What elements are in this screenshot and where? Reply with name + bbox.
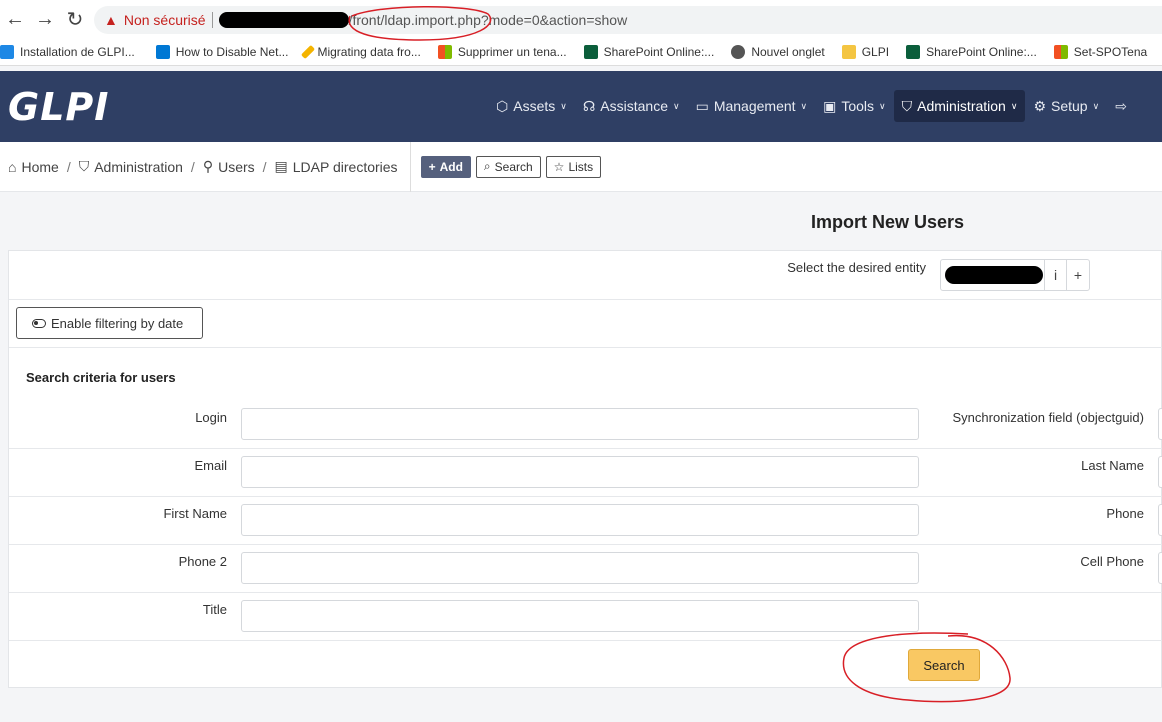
plus-icon: + <box>428 159 436 174</box>
crumb-users[interactable]: ⚲ Users <box>203 158 255 175</box>
entity-dropdown[interactable] <box>941 260 1045 290</box>
warning-icon: ▲ <box>104 12 118 28</box>
gear-icon: ⚙ <box>1033 97 1046 114</box>
chevron-down-icon: ∨ <box>1010 100 1018 111</box>
import-form: Select the desired entity i + Enable fil… <box>8 250 1162 688</box>
shield-icon: ⛉ <box>901 97 913 114</box>
bookmark-item[interactable]: How to Disable Net... <box>155 44 298 59</box>
menu-tools[interactable]: ▣ Tools ∨ <box>815 90 894 122</box>
bookmark-item[interactable]: GLPI <box>841 44 898 59</box>
address-bar[interactable]: ▲ Non sécurisé /front/ldap.import.php ?m… <box>94 6 1162 34</box>
firstname-label: First Name <box>163 506 227 521</box>
email-label: Email <box>194 458 227 473</box>
folder-icon <box>841 44 856 59</box>
chevron-down-icon: ∨ <box>879 100 886 111</box>
url-query: ?mode=0&action=show <box>480 12 628 28</box>
windows-icon <box>155 44 170 59</box>
breadcrumb-bar: ⌂ Home / ⛉ Administration / ⚲ Users / ▤ LDAP… <box>0 141 1162 192</box>
crumb-home[interactable]: ⌂ Home <box>8 159 59 175</box>
glpi-logo[interactable]: GLPI <box>8 85 109 129</box>
menu-assets[interactable]: ⬡ Assets ∨ <box>488 90 575 122</box>
menu-administration[interactable]: ⛉ Administration ∨ <box>893 90 1026 122</box>
security-warning[interactable]: ▲ Non sécurisé <box>104 12 206 28</box>
enable-date-filter-button[interactable]: Enable filtering by date <box>16 307 203 339</box>
menu-logout[interactable]: ⇨ <box>1107 90 1135 122</box>
ps-icon <box>906 44 921 59</box>
user-icon: ⚲ <box>202 158 214 174</box>
info-icon[interactable]: i <box>1045 260 1067 290</box>
chevron-down-icon: ∨ <box>672 100 680 111</box>
wallet-icon: ▭ <box>695 97 709 114</box>
bookmark-item[interactable]: Installation de GLPI... <box>0 44 144 59</box>
lists-button[interactable]: ☆ Lists <box>545 155 602 178</box>
microsoft-icon <box>1053 44 1068 59</box>
login-input[interactable] <box>241 408 919 440</box>
menu-management[interactable]: ▭ Management ∨ <box>688 90 816 122</box>
pencil-icon <box>301 44 316 59</box>
page-title: Import New Users <box>811 212 965 232</box>
phone2-input[interactable] <box>241 552 919 584</box>
toggle-icon <box>32 318 46 328</box>
entity-label: Select the desired entity <box>787 260 926 275</box>
submit-search-button[interactable]: Search <box>908 649 980 681</box>
sync-field-input[interactable] <box>1158 408 1162 440</box>
ps-icon <box>583 44 598 59</box>
add-button[interactable]: + Add <box>420 155 471 178</box>
breadcrumb: ⌂ Home / ⛉ Administration / ⚲ Users / ▤ LDAP… <box>0 141 411 192</box>
bookmarks-bar: Installation de GLPI... How to Disable N… <box>0 38 1162 66</box>
lastname-input[interactable] <box>1158 456 1162 488</box>
chevron-down-icon: ∨ <box>560 100 567 111</box>
home-icon: ⌂ <box>8 158 17 175</box>
bookmark-item[interactable]: Supprimer un tena... <box>437 44 576 59</box>
menu-setup[interactable]: ⚙ Setup ∨ <box>1025 90 1107 122</box>
bookmark-item[interactable]: SharePoint Online:... <box>906 44 1046 59</box>
forward-arrow-icon[interactable]: → <box>30 0 60 38</box>
add-entity-icon[interactable]: + <box>1067 260 1089 290</box>
chevron-down-icon: ∨ <box>800 100 808 111</box>
lastname-label: Last Name <box>1081 458 1144 473</box>
cube-icon: ⬡ <box>496 97 509 114</box>
bookmark-item[interactable]: Set-SPOTena <box>1053 44 1156 59</box>
bookmark-item[interactable]: SharePoint Online:... <box>583 44 724 59</box>
back-arrow-icon[interactable]: ← <box>0 0 30 38</box>
headset-icon: ☊ <box>582 97 596 114</box>
layers-icon <box>0 44 14 59</box>
microsoft-icon <box>437 44 452 59</box>
chevron-down-icon: ∨ <box>1092 100 1100 111</box>
crumb-administration[interactable]: ⛉ Administration <box>79 158 183 175</box>
title-label: Title <box>202 602 227 617</box>
entity-selector[interactable]: i + <box>940 259 1090 291</box>
reload-icon[interactable]: ↻ <box>60 0 90 38</box>
firstname-input[interactable] <box>241 504 919 536</box>
star-icon: ☆ <box>553 159 565 174</box>
email-input[interactable] <box>241 456 919 488</box>
bookmark-item[interactable]: Nouvel onglet <box>731 44 833 59</box>
shield-icon: ⛉ <box>78 158 90 174</box>
criteria-title: Search criteria for users <box>26 370 176 385</box>
browser-toolbar: ← → ↻ ▲ Non sécurisé /front/ldap.import.… <box>0 0 1162 38</box>
phone-label: Phone <box>1106 506 1144 521</box>
glpi-header: GLPI ⬡ Assets ∨ ☊ Assistance ∨ ▭ Management ∨ … <box>0 71 1162 142</box>
globe-icon <box>731 44 746 59</box>
bookmark-item[interactable]: Migrating data fro... <box>301 44 429 59</box>
address-book-icon: ▤ <box>274 158 288 174</box>
briefcase-icon: ▣ <box>823 97 837 114</box>
url-path: /front/ldap.import.php <box>348 12 481 28</box>
title-input[interactable] <box>241 600 919 632</box>
phone-input[interactable] <box>1158 504 1162 536</box>
sync-field-label: Synchronization field (objectguid) <box>952 410 1145 425</box>
main-menu: ⬡ Assets ∨ ☊ Assistance ∨ ▭ Management ∨ ▣ Tool… <box>488 90 1135 122</box>
cellphone-label: Cell Phone <box>1080 554 1144 569</box>
page-actions: + Add ⌕ Search ☆ Lists <box>420 155 602 178</box>
cellphone-input[interactable] <box>1158 552 1162 584</box>
redacted-host <box>218 12 349 28</box>
login-label: Login <box>195 410 227 425</box>
menu-assistance[interactable]: ☊ Assistance ∨ <box>575 90 688 122</box>
phone2-label: Phone 2 <box>178 554 227 569</box>
search-button[interactable]: ⌕ Search <box>475 155 541 178</box>
crumb-ldap[interactable]: ▤ LDAP directories <box>275 158 398 175</box>
search-icon: ⌕ <box>483 159 491 173</box>
logout-icon: ⇨ <box>1115 97 1127 114</box>
